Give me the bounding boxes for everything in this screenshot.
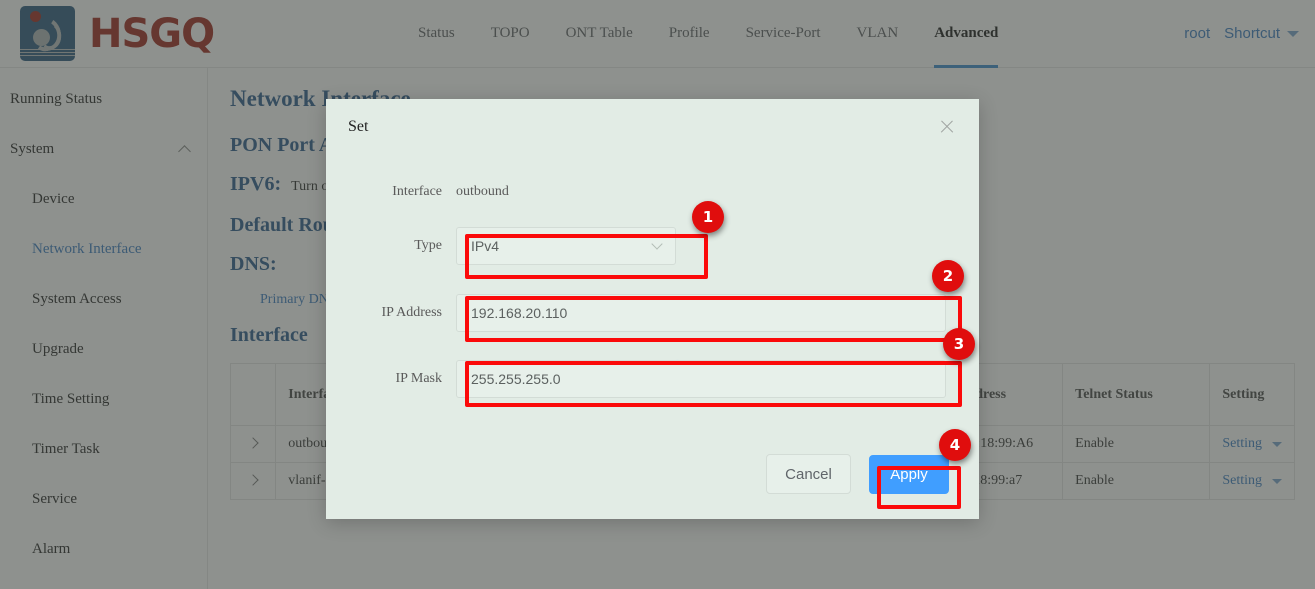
dialog-form: Interface outbound Type IPv4 IP Address … bbox=[326, 154, 979, 398]
field-ip-mask: IP Mask 255.255.255.0 bbox=[326, 360, 979, 398]
set-interface-dialog: Set ForoISP Interface outbound Type IPv4… bbox=[326, 99, 979, 519]
chevron-down-icon bbox=[651, 238, 662, 249]
interface-value: outbound bbox=[456, 184, 509, 200]
ip-mask-label: IP Mask bbox=[326, 371, 456, 387]
field-ip-address: IP Address 192.168.20.110 bbox=[326, 294, 979, 332]
type-select-value: IPv4 bbox=[471, 238, 499, 254]
interface-label: Interface bbox=[326, 184, 456, 200]
field-type: Type IPv4 bbox=[326, 227, 979, 265]
dialog-header: Set bbox=[326, 99, 979, 154]
dialog-title: Set bbox=[348, 118, 368, 136]
dialog-footer: Cancel Apply bbox=[326, 429, 979, 519]
apply-button[interactable]: Apply bbox=[869, 455, 949, 494]
ip-mask-input[interactable]: 255.255.255.0 bbox=[456, 360, 946, 398]
close-icon[interactable] bbox=[937, 117, 957, 137]
ip-address-input[interactable]: 192.168.20.110 bbox=[456, 294, 946, 332]
type-label: Type bbox=[326, 238, 456, 254]
ip-address-label: IP Address bbox=[326, 305, 456, 321]
cancel-button[interactable]: Cancel bbox=[766, 454, 851, 494]
type-select[interactable]: IPv4 bbox=[456, 227, 676, 265]
field-interface: Interface outbound bbox=[326, 184, 979, 200]
